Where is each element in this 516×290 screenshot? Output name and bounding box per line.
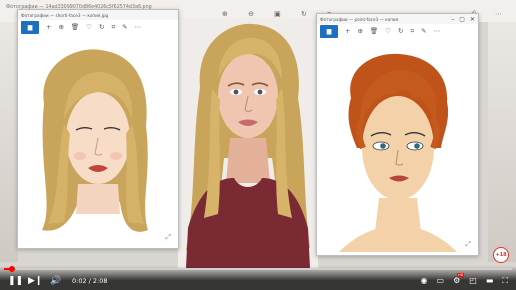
crop-icon[interactable]: ⌗ [111, 23, 115, 32]
video-player-controls: ❚❚ ▶❙ 🔊 0:02 / 2:08 ◉ ▭ ⚙ ◰ ▬ ⛶ [0, 266, 516, 290]
age-rating-badge: +18 [493, 247, 509, 263]
right-window-toolbar: ▆ + ⊕ 🗑 ♡ ↻ ⌗ ✎ ⋯ [317, 24, 478, 38]
add-icon[interactable]: + [46, 23, 51, 31]
subtitles-icon[interactable]: ▭ [437, 276, 445, 286]
progress-bar[interactable] [4, 266, 512, 272]
rotate-icon[interactable]: ↻ [99, 23, 104, 31]
pause-icon[interactable]: ❚❚ [8, 276, 23, 286]
autoplay-toggle-icon[interactable]: ◉ [421, 276, 428, 286]
left-window-toolbar: ▆ + ⊕ 🗑 ♡ ↻ ⌗ ✎ ⋯ [18, 20, 178, 34]
next-icon[interactable]: ▶❙ [28, 276, 42, 286]
delete-icon[interactable]: 🗑 [370, 27, 378, 35]
maximize-icon[interactable]: ▢ [459, 16, 465, 23]
right-collection-button[interactable]: ▆ [320, 24, 338, 38]
right-window-titlebar[interactable]: Фотографии — point-face3 — копия – ▢ ✕ [317, 14, 478, 24]
edit-icon[interactable]: ✎ [122, 23, 127, 31]
rotate-icon[interactable]: ↻ [398, 27, 403, 35]
minimize-icon[interactable]: – [451, 16, 454, 23]
settings-icon[interactable]: ⚙ [453, 273, 465, 286]
redhead-woman-drawing [339, 53, 457, 252]
fullscreen-icon[interactable]: ⛶ [502, 276, 508, 286]
right-image-canvas: ⤢ [317, 38, 478, 255]
add-icon[interactable]: + [345, 27, 350, 35]
left-collection-button[interactable]: ▆ [21, 20, 39, 34]
time-display: 0:02 / 2:08 [72, 277, 108, 285]
close-icon[interactable]: ✕ [470, 16, 475, 23]
center-portrait-photo [178, 18, 318, 268]
left-photo-window[interactable]: Фотографии — shorti-face3 — копия.jpg ▆ … [17, 9, 179, 249]
screen: Фотографии — 14ad33099070d86e4026c5f6257… [0, 0, 516, 290]
background-blur-right [488, 22, 516, 262]
zoom-in-icon[interactable]: ⊕ [58, 23, 63, 31]
more-icon[interactable]: ⋯ [434, 27, 441, 35]
heart-icon[interactable]: ♡ [86, 23, 92, 31]
blonde-woman-drawing [42, 49, 148, 232]
theater-mode-icon[interactable]: ▬ [486, 276, 494, 286]
right-photo-window[interactable]: Фотографии — point-face3 — копия – ▢ ✕ ▆… [316, 13, 479, 256]
background-blur-left [0, 22, 18, 262]
expand-icon[interactable]: ⤢ [165, 233, 171, 242]
left-image-canvas: ⤢ [18, 34, 178, 248]
delete-icon[interactable]: 🗑 [71, 23, 79, 31]
more-icon[interactable]: ⋯ [135, 23, 142, 31]
crop-icon[interactable]: ⌗ [410, 27, 414, 36]
miniplayer-icon[interactable]: ◰ [469, 276, 477, 286]
volume-icon[interactable]: 🔊 [50, 276, 61, 286]
heart-icon[interactable]: ♡ [385, 27, 391, 35]
progress-scrubber[interactable] [9, 266, 16, 272]
left-window-title: Фотографии — shorti-face3 — копия.jpg [21, 12, 109, 18]
edit-icon[interactable]: ✎ [421, 27, 426, 35]
left-window-titlebar[interactable]: Фотографии — shorti-face3 — копия.jpg [18, 10, 178, 20]
right-window-title: Фотографии — point-face3 — копия [320, 16, 399, 22]
expand-icon[interactable]: ⤢ [465, 240, 471, 249]
woman-portrait-image [178, 18, 318, 268]
zoom-in-icon[interactable]: ⊕ [357, 27, 362, 35]
